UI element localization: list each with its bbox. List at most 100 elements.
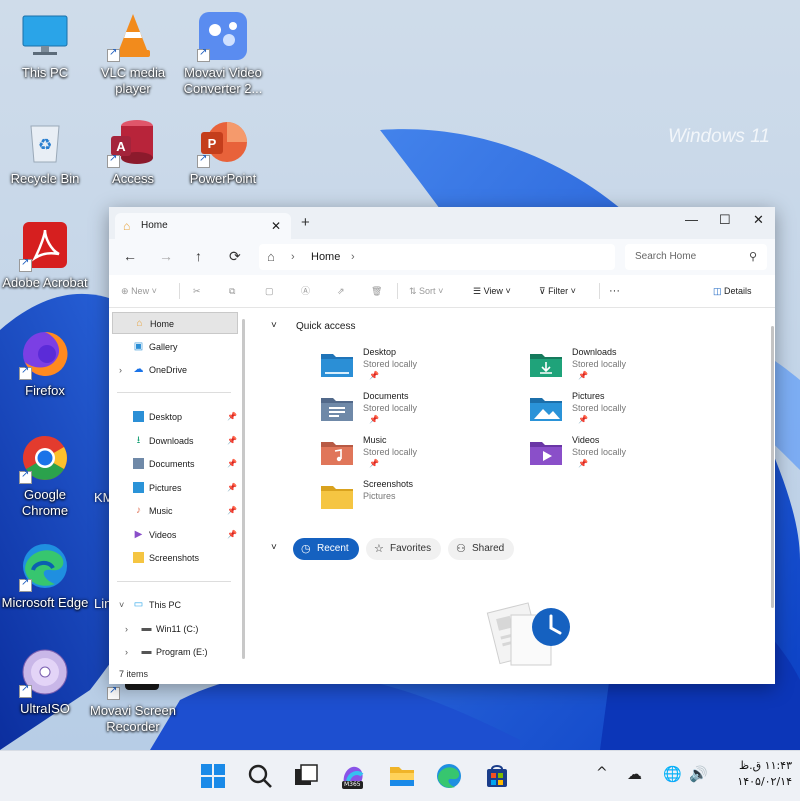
search-icon[interactable] <box>247 763 273 789</box>
pin-icon: 📌 <box>227 436 237 445</box>
desktop-icon-vlc[interactable]: VLC media player <box>88 10 178 97</box>
file-explorer-icon[interactable] <box>389 763 415 789</box>
new-button[interactable]: ⊕ New ˅ <box>121 284 157 298</box>
desktop-icon-this-pc[interactable]: This PC <box>0 10 90 81</box>
maximize-button[interactable]: ☐ <box>719 212 731 228</box>
quick-access-item-documents[interactable]: Documents Stored locally 📌 <box>321 391 521 431</box>
sidebar-item-label: Videos <box>149 530 177 540</box>
tab-shared[interactable]: ⚇ Shared <box>448 538 515 560</box>
new-tab-button[interactable]: + <box>301 213 310 233</box>
sidebar-scrollbar[interactable] <box>242 319 245 659</box>
show-hidden-icons-chevron-icon[interactable]: ^ <box>596 765 608 781</box>
svg-text:♻: ♻ <box>38 135 52 154</box>
sidebar-item-onedrive[interactable]: › ☁ OneDrive <box>109 359 239 381</box>
close-tab-icon[interactable]: ✕ <box>271 213 281 239</box>
details-button[interactable]: ◫ Details <box>713 284 752 298</box>
search-input[interactable]: Search Home ⚲ <box>625 244 767 270</box>
sidebar-item-drive-c[interactable]: › ▬ Win11 (C:) <box>109 618 239 640</box>
collapse-recent-icon[interactable]: ˅ <box>271 542 277 553</box>
this-pc-icon: ▭ <box>133 599 144 610</box>
ultraiso-icon <box>19 646 71 698</box>
minimize-button[interactable]: — <box>685 212 698 227</box>
collapse-quick-access-icon[interactable]: ˅ <box>271 320 277 331</box>
sidebar-item-desktop[interactable]: Desktop 📌 <box>109 406 239 428</box>
desktop-icon-firefox[interactable]: Firefox <box>0 328 90 399</box>
file-explorer-window[interactable]: ⌂ Home ✕ + — ☐ ✕ ← → ↑ ⟳ ⌂ › Home › Sear… <box>109 207 775 684</box>
sidebar-item-documents[interactable]: Documents 📌 <box>109 453 239 475</box>
sidebar-item-drive-e[interactable]: › ▬ Program (E:) <box>109 641 239 663</box>
sidebar-item-screenshots[interactable]: Screenshots <box>109 547 239 569</box>
onedrive-offline-icon[interactable]: ☁ <box>627 765 642 783</box>
shortcut-arrow-icon <box>19 469 32 484</box>
quick-access-item-desktop[interactable]: Desktop Stored locally 📌 <box>321 347 521 387</box>
tab-recent[interactable]: ◷ Recent <box>293 538 359 560</box>
view-button[interactable]: ☰ View ˅ <box>473 284 511 298</box>
desktop-icon-acrobat[interactable]: Adobe Acrobat <box>0 220 90 291</box>
content-scrollbar[interactable] <box>771 326 774 608</box>
desktop-icon-chrome[interactable]: Google Chrome <box>0 432 90 519</box>
desktop-icon-edge[interactable]: Microsoft Edge <box>0 540 90 611</box>
cut-icon[interactable]: ✂ <box>193 284 201 298</box>
search-placeholder: Search Home <box>635 251 697 262</box>
item-subtitle: Stored locally <box>572 403 627 413</box>
documents-folder-icon <box>133 458 144 469</box>
taskbar-clock[interactable]: ۱۱:۴۳ ق.ظ ۱۴۰۵/۰۲/۱۴ <box>728 758 792 790</box>
item-name: Videos <box>572 435 600 445</box>
sidebar-item-home[interactable]: ⌂ Home <box>112 312 238 334</box>
chevron-right-icon[interactable]: › <box>125 641 128 663</box>
desktop-icon-powerpoint[interactable]: P PowerPoint <box>178 116 268 187</box>
rename-icon[interactable]: Ⓐ <box>301 284 310 298</box>
item-subtitle: Stored locally <box>572 447 627 457</box>
svg-text:A: A <box>116 139 126 154</box>
paste-icon[interactable]: ▢ <box>265 284 274 298</box>
share-icon[interactable]: ⇗ <box>337 284 345 298</box>
chevron-down-icon[interactable]: ˅ <box>119 594 124 616</box>
see-more-button[interactable]: ··· <box>609 284 620 298</box>
sidebar-item-videos[interactable]: ▶ Videos 📌 <box>109 524 239 546</box>
delete-icon[interactable]: 🗑 <box>371 284 382 298</box>
store-icon[interactable] <box>484 763 510 789</box>
task-view-icon[interactable] <box>293 763 319 789</box>
title-bar[interactable]: ⌂ Home ✕ + — ☐ ✕ <box>109 207 775 239</box>
navigation-pane: ⌂ Home ▣ Gallery › ☁ OneDrive Desktop 📌 … <box>109 308 249 667</box>
sort-button[interactable]: ⇅ Sort ˅ <box>409 284 443 298</box>
tab-home[interactable]: ⌂ Home ✕ <box>115 213 291 239</box>
home-icon: ⌂ <box>123 219 131 233</box>
quick-access-item-screenshots[interactable]: Screenshots Pictures <box>321 479 521 519</box>
edge-icon[interactable] <box>436 763 462 789</box>
desktop-icon-label: Movavi Video Converter 2... <box>183 65 263 96</box>
up-button[interactable]: ↑ <box>195 248 202 264</box>
chevron-right-icon[interactable]: › <box>119 359 122 381</box>
filter-button[interactable]: ⊽ Filter ˅ <box>539 284 576 298</box>
volume-icon[interactable]: 🔊 <box>689 765 708 783</box>
chevron-right-icon[interactable]: › <box>125 618 128 640</box>
breadcrumb-home[interactable]: Home <box>311 244 340 270</box>
quick-access-item-downloads[interactable]: Downloads Stored locally 📌 <box>530 347 730 387</box>
sidebar-item-music[interactable]: ♪ Music 📌 <box>109 500 239 522</box>
tab-favorites[interactable]: ☆ Favorites <box>366 538 442 560</box>
desktop-icon-access[interactable]: A Access <box>88 116 178 187</box>
back-button[interactable]: ← <box>123 248 137 264</box>
quick-access-item-pictures[interactable]: Pictures Stored locally 📌 <box>530 391 730 431</box>
sidebar-item-pictures[interactable]: Pictures 📌 <box>109 477 239 499</box>
m365-icon[interactable]: M365 <box>340 763 366 789</box>
breadcrumb-chevron-icon[interactable]: › <box>351 244 355 270</box>
network-globe-icon[interactable]: 🌐 <box>663 765 682 783</box>
item-subtitle: Stored locally <box>363 447 418 457</box>
sidebar-item-downloads[interactable]: ⭳ Downloads 📌 <box>109 430 239 452</box>
sidebar-item-this-pc[interactable]: ˅ ▭ This PC <box>109 594 239 616</box>
pin-icon: 📌 <box>227 412 237 421</box>
address-bar[interactable]: ⌂ › Home › <box>259 244 615 270</box>
sidebar-item-gallery[interactable]: ▣ Gallery <box>109 336 239 358</box>
refresh-button[interactable]: ⟳ <box>229 248 241 265</box>
close-button[interactable]: ✕ <box>753 212 764 228</box>
quick-access-item-videos[interactable]: Videos Stored locally 📌 <box>530 435 730 475</box>
quick-access-item-music[interactable]: Music Stored locally 📌 <box>321 435 521 475</box>
forward-button[interactable]: → <box>159 248 173 264</box>
desktop-icon-movavi-converter[interactable]: Movavi Video Converter 2... <box>178 10 268 97</box>
desktop-icon-ultraiso[interactable]: UltraISO <box>0 646 90 717</box>
recent-files-empty-illustration <box>486 602 570 666</box>
start-icon[interactable] <box>200 763 226 789</box>
desktop-icon-recycle-bin[interactable]: ♻ Recycle Bin <box>0 116 90 187</box>
copy-icon[interactable]: ⧉ <box>229 284 235 298</box>
